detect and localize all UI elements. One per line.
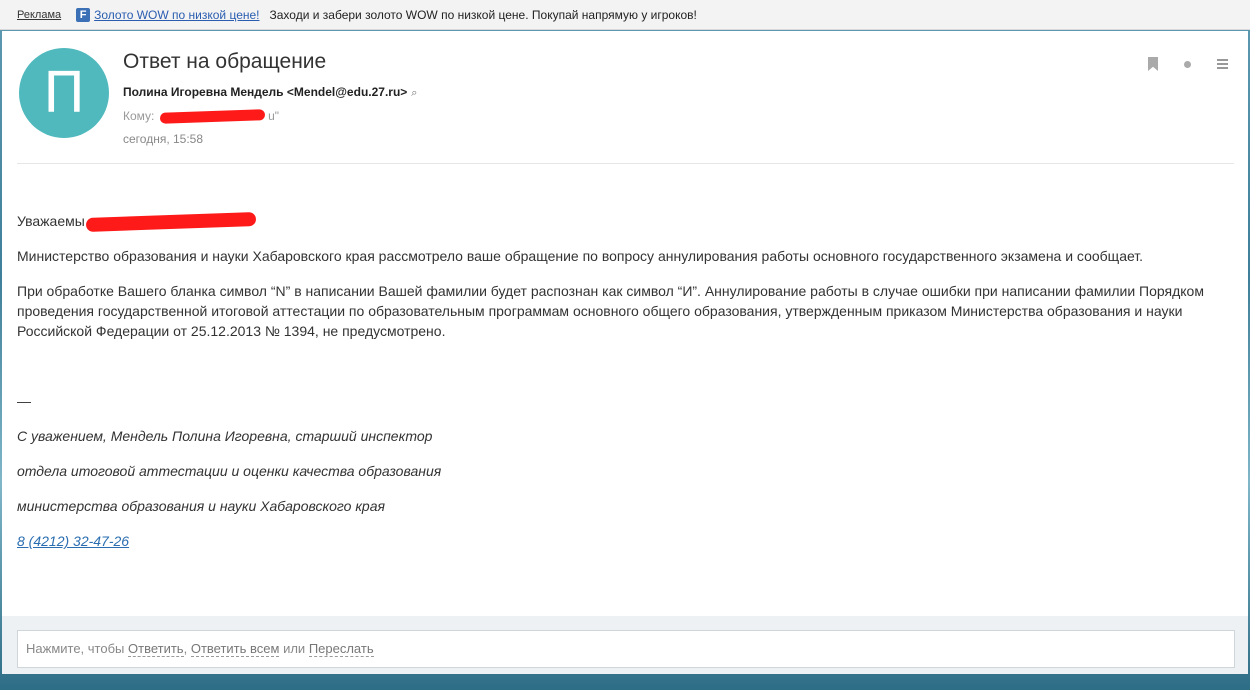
menu-icon[interactable] xyxy=(1217,59,1228,69)
reply-prefix: Нажмите, чтобы xyxy=(26,641,125,656)
reply-sep: , xyxy=(183,641,188,656)
avatar: П xyxy=(19,48,109,138)
sender[interactable]: Полина Игоревна Мендель <Mendel@edu.27.r… xyxy=(123,85,417,100)
reply-box[interactable]: Нажмите, чтобы Ответить, Ответить всем и… xyxy=(17,630,1235,668)
recipient-line: Кому: u" xyxy=(123,109,280,125)
reply-all-link[interactable]: Ответить всем xyxy=(190,641,280,657)
greeting: Уважаемы xyxy=(17,211,257,233)
search-icon[interactable]: ⌕ xyxy=(411,87,417,99)
message-tools xyxy=(1148,57,1228,71)
phone-link[interactable]: 8 (4212) 32-47-26 xyxy=(17,531,129,551)
forward-link[interactable]: Переслать xyxy=(308,641,374,657)
paragraph-2: При обработке Вашего бланка символ “N” в… xyxy=(17,283,1204,339)
signature-line-3: министерства образования и науки Хабаров… xyxy=(17,498,385,514)
redaction-mark xyxy=(85,212,257,233)
message-subject: Ответ на обращение xyxy=(123,50,327,73)
reply-area: Нажмите, чтобы Ответить, Ответить всем и… xyxy=(2,616,1248,674)
signature-separator: — xyxy=(17,393,31,409)
message-date: сегодня, 15:58 xyxy=(123,132,204,146)
ad-label[interactable]: Реклама xyxy=(17,9,61,21)
message-panel: П Ответ на обращение Полина Игоревна Мен… xyxy=(2,31,1248,616)
signature-line-1: С уважением, Мендель Полина Игоревна, ст… xyxy=(17,428,433,444)
redaction-mark xyxy=(159,109,265,125)
recipient-label: Кому: xyxy=(123,109,155,123)
ad-link[interactable]: Золото WOW по низкой цене! xyxy=(94,8,259,22)
ad-text: Заходи и забери золото WOW по низкой цен… xyxy=(269,7,697,22)
ad-brand-icon: F xyxy=(76,7,91,22)
reply-or: или xyxy=(283,641,306,656)
recipient-suffix: u" xyxy=(268,109,280,123)
bookmark-icon[interactable] xyxy=(1148,57,1158,71)
sender-name[interactable]: Полина Игоревна Мендель <Mendel@edu.27.r… xyxy=(123,85,407,99)
header-divider xyxy=(17,163,1234,164)
greeting-text: Уважаемы xyxy=(17,213,85,229)
paragraph-1: Министерство образования и науки Хабаров… xyxy=(17,248,1144,264)
reply-link[interactable]: Ответить xyxy=(128,641,184,657)
ad-bar: Реклама F Золото WOW по низкой цене! Зах… xyxy=(0,0,1250,30)
signature-line-2: отдела итоговой аттестации и оценки каче… xyxy=(17,463,442,479)
dot-icon[interactable] xyxy=(1184,60,1191,68)
